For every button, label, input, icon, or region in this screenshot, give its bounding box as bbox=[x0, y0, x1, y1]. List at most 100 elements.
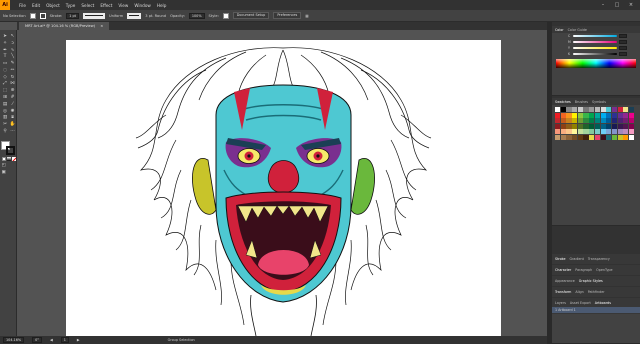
swatch[interactable] bbox=[628, 134, 635, 140]
tab-swatches[interactable]: Swatches bbox=[555, 100, 571, 104]
swatch[interactable] bbox=[617, 112, 623, 118]
perspective-icon[interactable]: ⊞ bbox=[2, 95, 9, 101]
gradient-mode-icon[interactable] bbox=[6, 157, 11, 162]
swatch[interactable] bbox=[611, 107, 618, 112]
menu-effect[interactable]: Effect bbox=[97, 3, 115, 8]
tab-graphic-styles[interactable]: Graphic Styles bbox=[579, 279, 603, 283]
edit-toolbar-icon[interactable]: ⋯ bbox=[9, 129, 16, 135]
swatch[interactable] bbox=[623, 123, 629, 129]
maximize-icon[interactable]: □ bbox=[614, 2, 620, 8]
next-artboard-icon[interactable]: ▶ bbox=[77, 338, 80, 342]
artboard[interactable] bbox=[66, 40, 501, 336]
tab-align[interactable]: Align bbox=[575, 290, 583, 294]
curvature-icon[interactable]: ∿ bbox=[9, 48, 16, 54]
document-tab[interactable]: MRT Art.ai* @ 104.16 % (RGB/Preview) × bbox=[19, 22, 110, 30]
swatch[interactable] bbox=[628, 129, 635, 134]
eyedropper-icon[interactable]: ⁄ bbox=[9, 102, 16, 108]
stroke-swatch[interactable] bbox=[39, 12, 46, 19]
swatch[interactable] bbox=[594, 107, 600, 112]
swatch[interactable] bbox=[589, 107, 595, 112]
swatch[interactable] bbox=[589, 123, 595, 129]
swatch[interactable] bbox=[600, 123, 606, 129]
swatch[interactable] bbox=[606, 107, 612, 112]
swatch[interactable] bbox=[577, 134, 583, 140]
brush-definition[interactable] bbox=[127, 12, 142, 19]
yellow-slider[interactable] bbox=[573, 47, 617, 49]
swatch[interactable] bbox=[560, 123, 566, 129]
swatch[interactable] bbox=[611, 118, 618, 123]
swatch[interactable] bbox=[628, 123, 635, 129]
black-slider[interactable] bbox=[573, 53, 617, 55]
menu-help[interactable]: Help bbox=[154, 3, 170, 8]
none-mode-icon[interactable] bbox=[11, 157, 16, 162]
swatch[interactable] bbox=[617, 134, 623, 140]
swatch[interactable] bbox=[589, 112, 595, 118]
black-value[interactable] bbox=[619, 52, 627, 56]
close-icon[interactable]: × bbox=[628, 2, 634, 8]
tab-color-guide[interactable]: Color Guide bbox=[568, 28, 587, 32]
tab-character[interactable]: Character bbox=[555, 268, 571, 272]
swatch[interactable] bbox=[560, 118, 566, 123]
swatch[interactable] bbox=[606, 123, 612, 129]
swatch[interactable] bbox=[623, 118, 629, 123]
gradient-icon[interactable]: ▤ bbox=[2, 102, 9, 108]
swatch[interactable] bbox=[555, 129, 561, 134]
zoom-icon[interactable]: ⚲ bbox=[2, 129, 9, 135]
swatch[interactable] bbox=[600, 118, 606, 123]
tab-paragraph[interactable]: Paragraph bbox=[575, 268, 592, 272]
selection-tool-icon[interactable]: ➤ bbox=[2, 34, 9, 40]
tab-symbols[interactable]: Symbols bbox=[592, 100, 606, 104]
minimize-icon[interactable]: – bbox=[600, 2, 606, 8]
swatch[interactable] bbox=[555, 112, 561, 118]
scale-icon[interactable]: ⤢ bbox=[2, 81, 9, 87]
eraser-icon[interactable]: ◇ bbox=[2, 75, 9, 81]
stroke-color-box[interactable] bbox=[6, 146, 15, 156]
swatch[interactable] bbox=[583, 112, 589, 118]
swatch[interactable] bbox=[623, 134, 629, 140]
swatch[interactable] bbox=[555, 134, 561, 140]
swatch[interactable] bbox=[617, 129, 623, 134]
swatch[interactable] bbox=[594, 118, 600, 123]
slice-icon[interactable]: ✂ bbox=[2, 122, 9, 128]
blend-icon[interactable]: ◎ bbox=[2, 109, 9, 115]
swatch[interactable] bbox=[577, 118, 583, 123]
tab-artboards[interactable]: Artboards bbox=[595, 301, 611, 305]
menu-view[interactable]: View bbox=[115, 3, 131, 8]
swatch[interactable] bbox=[555, 107, 561, 112]
swatch[interactable] bbox=[572, 112, 578, 118]
swatch[interactable] bbox=[555, 123, 561, 129]
swatch[interactable] bbox=[594, 129, 600, 134]
lasso-icon[interactable]: ↄ bbox=[9, 41, 16, 47]
magic-wand-icon[interactable]: ✧ bbox=[2, 41, 9, 47]
artboard-navigator[interactable]: 1 bbox=[60, 337, 69, 343]
width-icon[interactable]: ⋈ bbox=[9, 81, 16, 87]
stroke-weight-field[interactable]: 1 pt bbox=[66, 12, 79, 19]
swatch[interactable] bbox=[566, 107, 572, 112]
tab-gradient[interactable]: Gradient bbox=[570, 257, 584, 261]
swatch[interactable] bbox=[572, 107, 578, 112]
swatch[interactable] bbox=[589, 118, 595, 123]
swatch[interactable] bbox=[623, 107, 629, 112]
swatch[interactable] bbox=[577, 112, 583, 118]
swatch[interactable] bbox=[583, 129, 589, 134]
zoom-level[interactable]: 104.16% bbox=[3, 337, 25, 343]
fill-stroke-widget[interactable] bbox=[1, 141, 15, 156]
menu-object[interactable]: Object bbox=[43, 3, 63, 8]
swatch[interactable] bbox=[583, 134, 589, 140]
swatch[interactable] bbox=[611, 129, 618, 134]
swatch[interactable] bbox=[572, 123, 578, 129]
tab-color[interactable]: Color bbox=[555, 28, 564, 32]
rectangle-tool-icon[interactable]: ▭ bbox=[2, 61, 9, 67]
tab-appearance[interactable]: Appearance bbox=[555, 279, 575, 283]
swatch[interactable] bbox=[606, 118, 612, 123]
tab-brushes[interactable]: Brushes bbox=[575, 100, 588, 104]
magenta-value[interactable] bbox=[619, 40, 627, 44]
paintbrush-icon[interactable]: ✎ bbox=[9, 61, 16, 67]
menu-edit[interactable]: Edit bbox=[29, 3, 43, 8]
swatch[interactable] bbox=[611, 134, 618, 140]
color-mode-icon[interactable] bbox=[1, 157, 6, 162]
swatch[interactable] bbox=[594, 123, 600, 129]
swatch[interactable] bbox=[600, 112, 606, 118]
tab-opentype[interactable]: OpenType bbox=[596, 268, 612, 272]
free-transform-icon[interactable]: ⬚ bbox=[2, 88, 9, 94]
